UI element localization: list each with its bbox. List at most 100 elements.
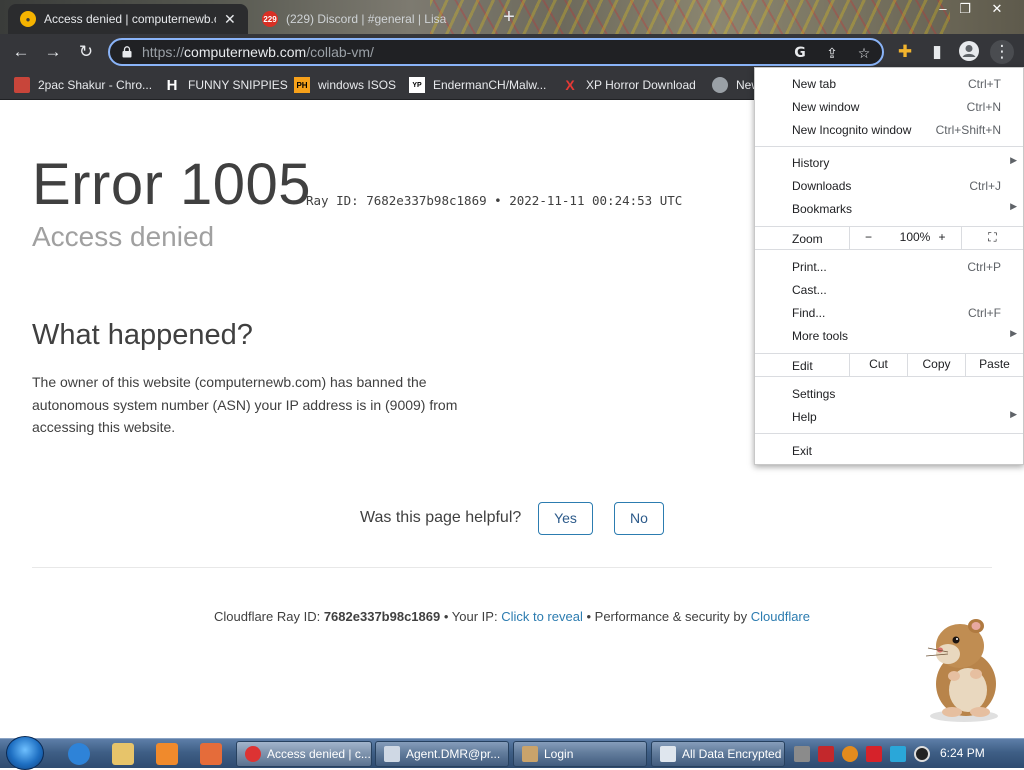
menu-shortcut: Ctrl+N xyxy=(966,100,1001,114)
bullet-separator: • xyxy=(494,193,502,208)
share-icon[interactable]: ⇪ xyxy=(822,43,842,63)
menu-item-label: Print... xyxy=(792,260,827,274)
bookmark-item-xp-horror[interactable]: X XP Horror Download xyxy=(562,76,696,94)
menu-item-label: Cast... xyxy=(792,283,827,297)
tray-display-icon[interactable] xyxy=(890,746,906,762)
taskbar-item-label: Agent.DMR@pr... xyxy=(406,747,501,761)
menu-item-new-window[interactable]: New window Ctrl+N xyxy=(755,96,1023,118)
x-logo-icon: X xyxy=(565,77,575,93)
menu-item-label: History xyxy=(792,156,830,170)
restore-icon[interactable]: ❐ xyxy=(950,0,980,18)
menu-item-settings[interactable]: Settings xyxy=(755,383,1023,405)
menu-item-new-tab[interactable]: New tab Ctrl+T xyxy=(755,73,1023,95)
menu-item-find[interactable]: Find... Ctrl+F xyxy=(755,302,1023,324)
hamster-mascot-icon[interactable] xyxy=(918,612,1010,724)
discord-badge-icon: 229 xyxy=(262,11,278,27)
cut-button[interactable]: Cut xyxy=(849,353,907,377)
browser-toolbar: ← → ↻ https://computernewb.com/collab-vm… xyxy=(0,34,1024,70)
start-button-icon[interactable] xyxy=(6,736,44,770)
tray-antivirus-icon[interactable] xyxy=(818,746,834,762)
reveal-ip-link[interactable]: Click to reveal xyxy=(501,609,583,624)
menu-item-exit[interactable]: Exit xyxy=(755,440,1023,462)
new-tab-icon[interactable]: + xyxy=(498,7,520,29)
user-icon xyxy=(522,746,538,762)
taskbar-clock[interactable]: 6:24 PM xyxy=(940,746,985,760)
menu-shortcut: Ctrl+T xyxy=(968,77,1001,91)
cloudflare-link[interactable]: Cloudflare xyxy=(751,609,810,624)
bookmark-label: EndermanCH/Malw... xyxy=(433,78,547,92)
taskbar-item-agent[interactable]: Agent.DMR@pr... xyxy=(375,741,509,767)
kebab-menu-icon[interactable]: ⋮ xyxy=(990,40,1014,64)
menu-item-more-tools[interactable]: More tools ▶ xyxy=(755,325,1023,347)
taskbar-item-login[interactable]: Login xyxy=(513,741,647,767)
url-text[interactable]: https://computernewb.com/collab-vm/ xyxy=(142,44,374,60)
menu-separator xyxy=(755,146,1023,147)
submenu-arrow-icon: ▶ xyxy=(1010,155,1017,165)
copy-button[interactable]: Copy xyxy=(907,353,965,377)
bookmark-item-new[interactable]: New xyxy=(712,76,760,94)
menu-item-downloads[interactable]: Downloads Ctrl+J xyxy=(755,175,1023,197)
footer-ray-label: Cloudflare Ray ID: xyxy=(213,609,321,624)
window-close-icon[interactable]: ✕ xyxy=(982,0,1012,18)
tab-title: Access denied | computernewb.c xyxy=(44,12,216,26)
tab-close-icon[interactable]: ✕ xyxy=(224,11,236,28)
taskbar-item-all-data-encrypted[interactable]: All Data Encrypted xyxy=(651,741,785,767)
paste-button[interactable]: Paste xyxy=(965,353,1023,377)
menu-item-bookmarks[interactable]: Bookmarks ▶ xyxy=(755,198,1023,220)
tray-media-icon[interactable] xyxy=(914,746,930,762)
internet-explorer-icon[interactable] xyxy=(68,743,90,765)
tray-flag-icon[interactable] xyxy=(866,746,882,762)
menu-item-label: Find... xyxy=(792,306,826,320)
bookmark-item-windows-isos[interactable]: PH windows ISOS xyxy=(294,76,396,94)
zoom-in-button[interactable]: + xyxy=(927,226,957,250)
zoom-out-button[interactable]: − xyxy=(849,226,887,250)
footer-ray-id: 7682e337b98c1869 xyxy=(323,609,441,624)
tab-discord[interactable]: 229 (229) Discord | #general | Lisa xyxy=(250,4,482,34)
google-lens-icon[interactable]: G xyxy=(790,43,810,63)
no-button[interactable]: No xyxy=(614,502,664,535)
lock-icon[interactable] xyxy=(122,46,132,58)
globe-icon xyxy=(712,77,728,93)
h-logo-icon: H xyxy=(166,76,178,94)
bookmark-star-icon[interactable]: ☆ xyxy=(854,43,874,63)
url-path: /collab-vm/ xyxy=(306,44,374,60)
paint-app-icon[interactable] xyxy=(200,743,222,765)
submenu-arrow-icon: ▶ xyxy=(1010,328,1017,338)
bookmark-label: 2pac Shakur - Chro... xyxy=(38,78,153,92)
bookmark-item-funny-snippies[interactable]: H FUNNY SNIPPIES xyxy=(164,76,288,94)
footer-divider xyxy=(32,567,992,568)
fullscreen-icon[interactable]: ⛶ xyxy=(961,226,1023,250)
bookmark-item-2pac[interactable]: 2pac Shakur - Chro... xyxy=(14,76,152,94)
bookmark-label: FUNNY SNIPPIES xyxy=(188,78,288,92)
side-panel-icon[interactable]: ▮ xyxy=(925,40,949,64)
media-player-icon[interactable] xyxy=(156,743,178,765)
menu-item-cast[interactable]: Cast... xyxy=(755,279,1023,301)
menu-item-new-incognito[interactable]: New Incognito window Ctrl+Shift+N xyxy=(755,119,1023,141)
menu-item-help[interactable]: Help ▶ xyxy=(755,406,1023,428)
menu-item-label: Downloads xyxy=(792,179,852,193)
reload-icon[interactable]: ↻ xyxy=(74,40,98,64)
taskbar-item-chrome[interactable]: Access denied | c... xyxy=(236,741,372,767)
forward-icon[interactable]: → xyxy=(41,40,65,64)
yes-button[interactable]: Yes xyxy=(538,502,593,535)
menu-item-print[interactable]: Print... Ctrl+P xyxy=(755,256,1023,278)
menu-shortcut: Ctrl+Shift+N xyxy=(935,123,1001,137)
url-scheme: https:// xyxy=(142,44,185,60)
menu-item-label: Help xyxy=(792,410,817,424)
back-icon[interactable]: ← xyxy=(9,40,33,64)
extensions-icon[interactable]: ✚ xyxy=(893,40,917,64)
menu-separator xyxy=(755,433,1023,434)
tray-search-icon[interactable] xyxy=(842,746,858,762)
submenu-arrow-icon: ▶ xyxy=(1010,201,1017,211)
tray-network-icon[interactable] xyxy=(794,746,810,762)
tab-access-denied[interactable]: ● Access denied | computernewb.c ✕ xyxy=(8,4,248,34)
file-explorer-icon[interactable] xyxy=(112,743,134,765)
bookmark-item-endermanch[interactable]: YP EndermanCH/Malw... xyxy=(409,76,546,94)
what-happened-heading: What happened? xyxy=(32,319,253,351)
menu-item-history[interactable]: History ▶ xyxy=(755,152,1023,174)
ray-id-label: Ray ID: 7682e337b98c1869 xyxy=(306,193,487,208)
address-bar[interactable]: https://computernewb.com/collab-vm/ G ⇪ … xyxy=(108,38,884,66)
profile-avatar-icon[interactable] xyxy=(957,40,981,64)
chrome-main-menu: New tab Ctrl+T New window Ctrl+N New Inc… xyxy=(754,67,1024,465)
explanation-text: The owner of this website (computernewb.… xyxy=(32,374,458,435)
